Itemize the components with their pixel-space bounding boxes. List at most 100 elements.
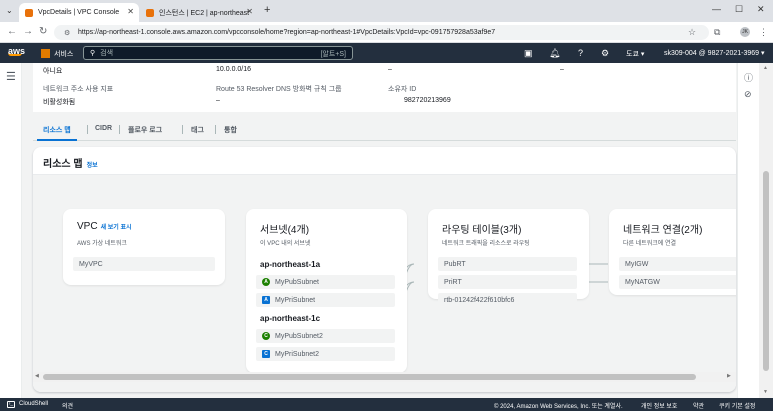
network-address-usage-metrics: 네트워크 주소 사용 지표 비활성화됨: [43, 86, 114, 106]
vpc-details-section: 아니요 10.0.0.0/16 – – 네트워크 주소 사용 지표 비활성화됨 R…: [33, 63, 736, 112]
resource-map-panel: 리소스 맵 정보 VPC 새 보기 표시 AWS 가상 네트워크 MyVPC 서…: [33, 147, 736, 392]
help-icon[interactable]: ?: [578, 48, 583, 58]
tab-search-icon[interactable]: ⌄: [6, 6, 13, 15]
route-table-item-main[interactable]: rtb-01242f422f610bfc6: [438, 293, 577, 307]
horizontal-scrollbar[interactable]: ◀ ▶: [33, 372, 736, 382]
cookie-preferences-link[interactable]: 쿠키 기본 설정: [719, 401, 755, 410]
scroll-down-arrow-icon[interactable]: ▼: [763, 389, 768, 395]
search-input[interactable]: ⚲ 검색 [알트+S]: [83, 46, 353, 60]
tab-tags[interactable]: 태그: [191, 125, 204, 135]
browser-tab-ec2[interactable]: 인스턴스 | EC2 | ap-northeast ✕: [140, 3, 258, 22]
subnet-item-myprisubnet2[interactable]: C MyPriSubnet2: [256, 347, 395, 361]
browser-tab-title: VpcDetails | VPC Console: [38, 9, 120, 16]
network-connections-card-subtitle: 다른 네트워크에 연결: [623, 241, 677, 247]
copyright-text: © 2024, Amazon Web Services, Inc. 또는 계열사…: [494, 404, 623, 410]
vertical-scroll-thumb[interactable]: [763, 171, 769, 371]
subnets-card: 서브넷(4개) 이 VPC 내의 서브넷 ap-northeast-1a A M…: [246, 209, 407, 373]
aws-footer: ›_ CloudShell 의견 © 2024, Amazon Web Serv…: [0, 398, 773, 411]
browser-tab-vpc[interactable]: VpcDetails | VPC Console ✕: [19, 3, 139, 22]
owner-id: 소유자 ID 982720213969: [388, 86, 451, 104]
dns-firewall-rule-groups: Route 53 Resolver DNS 방화벽 규칙 그룹 –: [216, 86, 342, 104]
profile-avatar[interactable]: JK: [740, 27, 750, 37]
detail-value: –: [560, 66, 564, 73]
public-subnet-badge-icon: C: [262, 332, 270, 340]
forward-icon[interactable]: →: [23, 26, 33, 37]
new-tab-icon[interactable]: +: [264, 4, 270, 16]
extensions-icon[interactable]: ⧉: [714, 27, 720, 38]
url-text: https://ap-northeast-1.console.aws.amazo…: [78, 29, 496, 36]
services-menu[interactable]: 서비스: [54, 49, 73, 59]
scroll-right-arrow-icon[interactable]: ▶: [727, 373, 731, 379]
cloudshell-icon[interactable]: ▣: [524, 48, 533, 59]
menu-hamburger-icon[interactable]: ☰: [6, 70, 16, 83]
new-view-link[interactable]: 새 보기 표시: [101, 225, 132, 231]
az-group-1a: ap-northeast-1a: [260, 260, 321, 269]
maximize-icon[interactable]: ☐: [735, 4, 743, 15]
back-icon[interactable]: ←: [7, 26, 17, 37]
connection-item-myigw[interactable]: MyIGW: [619, 257, 736, 271]
site-info-icon[interactable]: ⚙: [64, 29, 72, 37]
search-icon: ⚲: [90, 50, 96, 57]
resource-map-heading: 리소스 맵 정보: [43, 159, 98, 170]
aws-logo[interactable]: aws: [8, 46, 25, 56]
info-link[interactable]: 정보: [87, 163, 98, 169]
private-subnet-badge-icon: C: [262, 350, 270, 358]
minimize-icon[interactable]: —: [712, 4, 721, 14]
detail-value: –: [388, 66, 392, 73]
vpc-card-subtitle: AWS 가상 네트워크: [77, 241, 127, 247]
services-grid-icon[interactable]: [41, 49, 50, 58]
tab-flow-logs[interactable]: 플로우 로그: [128, 125, 162, 135]
subnet-item-mypubsubnet2[interactable]: C MyPubSubnet2: [256, 329, 395, 343]
tab-divider: [87, 125, 88, 134]
account-menu[interactable]: sk309-004 @ 9827-2021-3969 ▾: [664, 49, 765, 57]
tab-divider: [119, 125, 120, 134]
vpc-card: VPC 새 보기 표시 AWS 가상 네트워크 MyVPC: [63, 209, 225, 285]
notifications-bell-icon[interactable]: 🔔︎: [549, 48, 560, 59]
route-table-item-prirt[interactable]: PriRT: [438, 275, 577, 289]
vpc-item-myvpc[interactable]: MyVPC: [73, 257, 215, 271]
route-tables-card-subtitle: 네트워크 트래픽을 리소스로 라우팅: [442, 241, 530, 247]
vpc-card-title: VPC 새 보기 표시: [77, 221, 132, 232]
scroll-up-arrow-icon[interactable]: ▲: [763, 65, 768, 71]
resource-map-canvas: VPC 새 보기 표시 AWS 가상 네트워크 MyVPC 서브넷(4개) 이 V…: [33, 174, 736, 392]
tab-divider: [215, 125, 216, 134]
subnet-item-mypubsubnet[interactable]: A MyPubSubnet: [256, 275, 395, 289]
subnet-item-myprisubnet[interactable]: A MyPriSubnet: [256, 293, 395, 307]
route-table-item-pubrt[interactable]: PubRT: [438, 257, 577, 271]
search-shortcut-hint: [알트+S]: [320, 51, 346, 58]
privacy-link[interactable]: 개인 정보 보호: [641, 401, 677, 410]
browser-tab-strip: ⌄ VpcDetails | VPC Console ✕ 인스턴스 | EC2 …: [0, 0, 773, 22]
chrome-menu-icon[interactable]: ⋮: [759, 27, 768, 38]
close-tab-icon[interactable]: ✕: [246, 7, 253, 16]
route-tables-card-title: 라우팅 테이블(3개): [442, 225, 522, 236]
horizontal-scroll-thumb[interactable]: [43, 374, 696, 380]
tab-integrations[interactable]: 통합: [224, 125, 237, 135]
tab-resource-map[interactable]: 리소스 맵: [37, 125, 77, 141]
left-side-rail: ☰: [0, 63, 22, 398]
reload-icon[interactable]: ↻: [39, 26, 47, 37]
scroll-left-arrow-icon[interactable]: ◀: [35, 373, 39, 379]
history-icon[interactable]: ⊘: [744, 89, 752, 100]
settings-gear-icon[interactable]: ⚙: [601, 48, 609, 59]
detail-tabs: 리소스 맵 CIDR 플로우 로그 태그 통합: [33, 119, 736, 141]
info-panel-icon[interactable]: ⓘ: [744, 71, 753, 84]
url-input[interactable]: ⚙ https://ap-northeast-1.console.aws.ama…: [54, 25, 709, 40]
vertical-scrollbar[interactable]: ▲ ▼: [759, 63, 773, 398]
close-window-icon[interactable]: ✕: [757, 4, 765, 15]
tab-cidr[interactable]: CIDR: [95, 125, 112, 132]
public-subnet-badge-icon: A: [262, 278, 270, 286]
subnets-card-subtitle: 이 VPC 내의 서브넷: [260, 241, 311, 247]
bookmark-star-icon[interactable]: ☆: [688, 27, 696, 38]
feedback-link[interactable]: 의견: [62, 401, 73, 410]
main-content: 아니요 10.0.0.0/16 – – 네트워크 주소 사용 지표 비활성화됨 R…: [22, 63, 737, 398]
aws-top-nav: aws 서비스 ⚲ 검색 [알트+S] ▣ 🔔︎ ? ⚙ 도쿄 ▾ sk309-…: [0, 43, 773, 63]
cloudshell-footer-icon[interactable]: ›_: [7, 401, 15, 408]
browser-tab-title: 인스턴스 | EC2 | ap-northeast: [159, 9, 250, 17]
cloudshell-link[interactable]: CloudShell: [19, 401, 48, 407]
close-tab-icon[interactable]: ✕: [127, 7, 134, 16]
vpc-favicon-icon: [25, 8, 33, 17]
connection-item-mynatgw[interactable]: MyNATGW: [619, 275, 736, 289]
private-subnet-badge-icon: A: [262, 296, 270, 304]
region-selector[interactable]: 도쿄 ▾: [626, 49, 644, 59]
terms-link[interactable]: 약관: [693, 401, 704, 410]
